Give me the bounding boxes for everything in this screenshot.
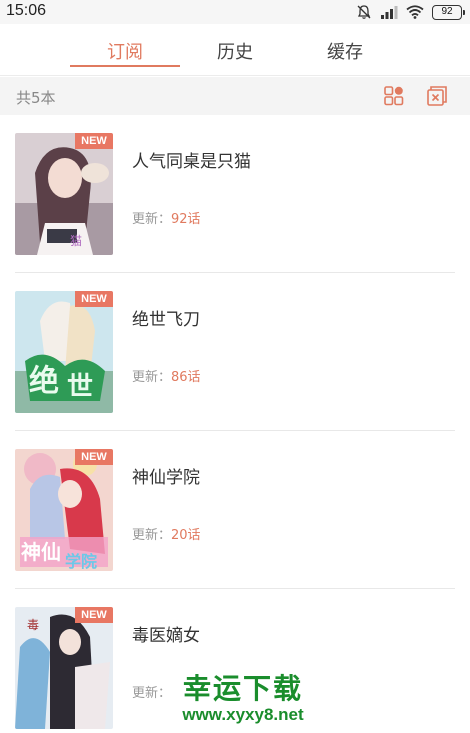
book-update: 更新：86话 [132,370,201,385]
new-badge: NEW [75,607,113,623]
tab-bar: 订阅 历史 缓存 [0,24,470,76]
watermark-url: www.xyxy8.net [182,705,304,724]
tab-active-indicator [70,65,180,67]
book-item[interactable]: 神仙 学院 NEW 神仙学院 更新：20话 [0,431,470,589]
battery-icon: 92 [432,4,465,20]
book-cover: 毒 NEW [15,607,113,729]
count-bar: 共5本 [0,77,470,115]
status-time: 15:06 [6,2,47,19]
svg-text:猫: 猫 [70,234,82,248]
delete-icon[interactable] [426,85,448,107]
svg-text:毒: 毒 [27,618,39,632]
new-badge: NEW [75,449,113,465]
book-list: 猫 NEW 人气同桌是只猫 更新：92话 绝 世 NEW 绝世飞刀 更新：86话 [0,115,470,733]
book-cover: 神仙 学院 NEW [15,449,113,571]
book-count: 共5本 [16,89,56,107]
svg-text:神仙: 神仙 [21,540,61,564]
status-icons: 92 [356,3,465,21]
new-badge: NEW [75,133,113,149]
book-item[interactable]: 猫 NEW 人气同桌是只猫 更新：92话 [0,115,470,273]
book-cover: 绝 世 NEW [15,291,113,413]
status-bar: 15:06 92 [0,0,470,24]
signal-icon [380,5,398,19]
svg-text:世: 世 [67,372,93,402]
svg-text:学院: 学院 [65,552,97,571]
wifi-icon [406,5,424,19]
book-title: 人气同桌是只猫 [132,152,251,172]
mute-bell-icon [356,4,372,20]
book-cover: 猫 NEW [15,133,113,255]
watermark: 幸运下载 www.xyxy8.net [158,667,328,725]
book-title: 绝世飞刀 [132,310,200,330]
book-title: 毒医嫡女 [132,626,200,646]
watermark-title: 幸运下载 [182,672,303,705]
book-title: 神仙学院 [132,468,200,488]
book-update: 更新：92话 [132,212,201,227]
svg-text:绝: 绝 [29,364,59,399]
grid-view-icon[interactable] [383,85,405,107]
tab-cache[interactable]: 缓存 [290,38,400,64]
book-update: 更新：20话 [132,528,201,543]
tab-history[interactable]: 历史 [180,38,290,64]
book-item[interactable]: 绝 世 NEW 绝世飞刀 更新：86话 [0,273,470,431]
tab-subscribe[interactable]: 订阅 [70,38,180,64]
new-badge: NEW [75,291,113,307]
